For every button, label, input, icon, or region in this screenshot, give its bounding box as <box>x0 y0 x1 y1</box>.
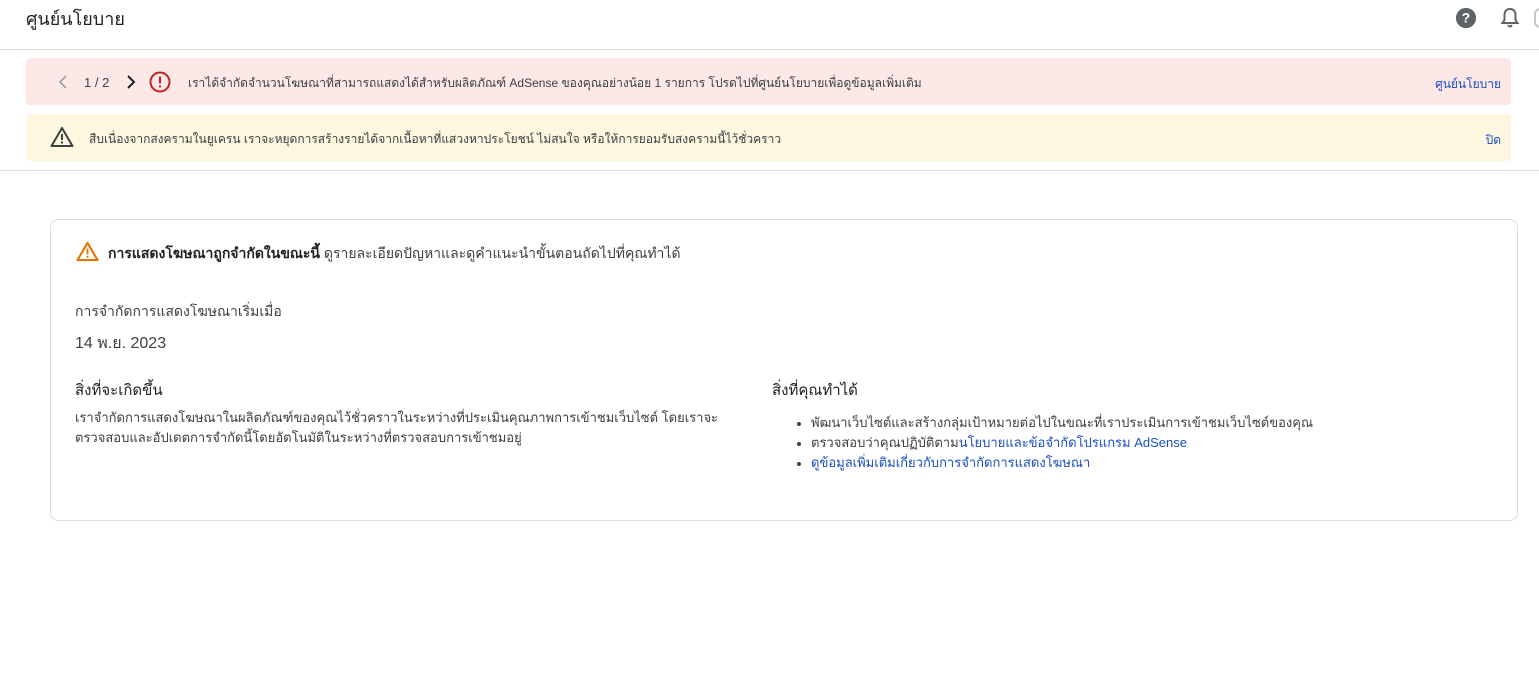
restriction-since-label: การจำกัดการแสดงโฆษณาเริ่มเมื่อ <box>75 303 282 319</box>
card-headline-rest: ดูรายละเอียดปัญหาและดูคำแนะนำขั้นตอนถัดไ… <box>319 245 681 261</box>
adsense-policy-link[interactable]: นโยบายและข้อจำกัดโปรแกรม AdSense <box>959 435 1187 450</box>
error-icon <box>149 71 171 93</box>
what-happens-body: เราจำกัดการแสดงโฆษณาในผลิตภัณฑ์ของคุณไว้… <box>75 410 719 445</box>
what-you-can-do-title: สิ่งที่คุณทำได้ <box>772 382 858 399</box>
restriction-since-date: 14 พ.ย. 2023 <box>75 335 167 352</box>
top-bar: ศูนย์นโยบาย ? <box>0 0 1539 50</box>
error-banner: 1 / 2 เราได้จำกัดจำนวนโฆษณาที่สามารถแสดง… <box>26 58 1511 105</box>
account-avatar[interactable] <box>1534 8 1539 28</box>
action-list: พัฒนาเว็บไซต์และสร้างกลุ่มเป้าหมายต่อไปใ… <box>793 413 1493 473</box>
list-item: ดูข้อมูลเพิ่มเติมเกี่ยวกับการจำกัดการแสด… <box>793 453 1493 473</box>
list-item: ตรวจสอบว่าคุณปฏิบัติตามนโยบายและข้อจำกัด… <box>793 433 1493 453</box>
restriction-card: การแสดงโฆษณาถูกจำกัดในขณะนี้ ดูรายละเอีย… <box>50 219 1518 521</box>
dismiss-button[interactable]: ปิด <box>1486 131 1501 150</box>
error-banner-text: เราได้จำกัดจำนวนโฆษณาที่สามารถแสดงได้สำห… <box>188 76 922 90</box>
svg-text:?: ? <box>1462 11 1470 26</box>
policy-center-link[interactable]: ศูนย์นโยบาย <box>1435 75 1501 94</box>
action-item-text: ตรวจสอบว่าคุณปฏิบัติตาม <box>811 435 959 450</box>
chevron-right-icon[interactable] <box>126 74 136 90</box>
section-divider <box>0 170 1539 171</box>
card-headline-bold: การแสดงโฆษณาถูกจำกัดในขณะนี้ <box>108 245 320 261</box>
warning-icon <box>50 127 74 147</box>
action-item-text: พัฒนาเว็บไซต์และสร้างกลุ่มเป้าหมายต่อไปใ… <box>811 415 1314 430</box>
bell-icon[interactable] <box>1500 7 1520 29</box>
learn-more-link[interactable]: ดูข้อมูลเพิ่มเติมเกี่ยวกับการจำกัดการแสด… <box>811 455 1090 470</box>
card-headline: การแสดงโฆษณาถูกจำกัดในขณะนี้ ดูรายละเอีย… <box>108 243 681 265</box>
pager-count: 1 / 2 <box>84 75 110 90</box>
warning-banner-text: สืบเนื่องจากสงครามในยูเครน เราจะหยุดการส… <box>89 132 782 146</box>
help-icon[interactable]: ? <box>1455 7 1477 29</box>
what-happens-title: สิ่งที่จะเกิดขึ้น <box>75 382 163 399</box>
list-item: พัฒนาเว็บไซต์และสร้างกลุ่มเป้าหมายต่อไปใ… <box>793 413 1493 433</box>
warning-banner: สืบเนื่องจากสงครามในยูเครน เราจะหยุดการส… <box>26 114 1511 161</box>
warning-icon <box>76 241 99 262</box>
app-title: ศูนย์นโยบาย <box>26 9 125 29</box>
chevron-left-icon[interactable] <box>58 74 68 90</box>
